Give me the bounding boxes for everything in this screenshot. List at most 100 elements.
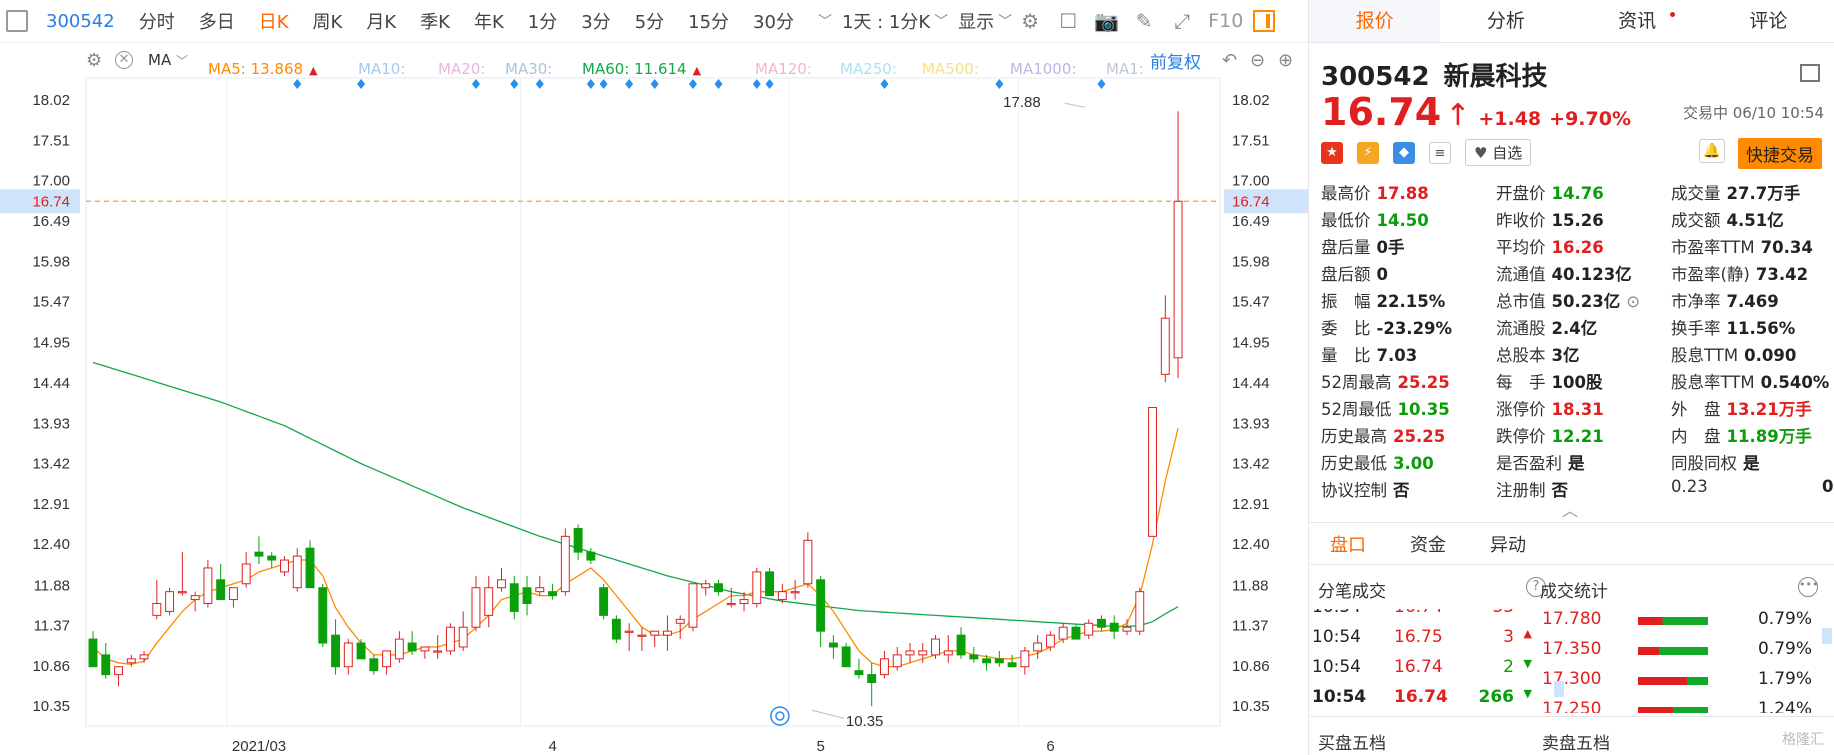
lightning-icon[interactable]: ⚡ [1357, 141, 1379, 164]
stat-item: 昨收价 15.26 [1496, 207, 1604, 231]
stock-code[interactable]: 300542 [46, 11, 115, 32]
close-icon[interactable]: ✕ [115, 51, 133, 69]
zoom-out-icon[interactable]: ⊖ [1250, 50, 1265, 71]
period-tab[interactable]: 多日 [199, 8, 235, 34]
china-flag-icon[interactable]: ★ [1321, 141, 1343, 164]
more-options-icon[interactable]: ⊙ [1626, 292, 1640, 311]
collapse-panel-icon[interactable] [1800, 64, 1820, 82]
candle-body [126, 658, 136, 664]
trades-list[interactable]: 10:5416.7433▲10:5416.753▲10:5416.742▼10:… [1312, 609, 1532, 713]
news-marker-icon [650, 79, 659, 89]
chevron-down-icon[interactable]: ﹀ [934, 11, 948, 31]
period-tab[interactable]: 年K [474, 8, 504, 34]
indicator-select[interactable]: MA ﹀ [148, 51, 188, 69]
period-tab[interactable]: 月K [366, 8, 396, 34]
pen-icon[interactable]: ✎ [1132, 9, 1156, 33]
news-marker-icon [995, 79, 1004, 89]
down-triangle-icon: ▼ [1523, 687, 1532, 700]
settings-icon[interactable]: ⚙ [1018, 9, 1042, 33]
candle-body [701, 583, 711, 589]
tab-quote[interactable]: 评论 [1703, 0, 1834, 42]
buy-five-label[interactable]: 买盘五档 [1318, 729, 1386, 754]
candle-body [1173, 200, 1183, 359]
stat-label: 委 比 [1321, 319, 1371, 338]
undo-icon[interactable]: ↶ [1222, 50, 1237, 71]
f10-button[interactable]: F10 [1208, 10, 1243, 32]
candle-body [790, 591, 800, 594]
stat-label: 成交量 [1671, 184, 1721, 203]
candle-body [956, 634, 966, 656]
zoom-in-icon[interactable]: ⊕ [1278, 50, 1293, 71]
orderbook-tab[interactable]: 盘口 [1330, 531, 1366, 557]
tab-quote[interactable]: 报价 [1309, 0, 1441, 42]
stat-label: 盘后额 [1321, 265, 1371, 284]
candle-body [624, 630, 634, 633]
candle-body [139, 654, 149, 660]
fullscreen-icon[interactable]: ⤢ [1170, 9, 1194, 33]
period-tab[interactable]: 日K [259, 8, 289, 34]
quote-tabs: 报价 分析 资讯 评论 [1309, 0, 1834, 43]
more-icon[interactable]: ••• [1798, 577, 1818, 597]
candle-body [1097, 618, 1106, 628]
period-tab[interactable]: 3分 [581, 8, 610, 34]
trade-stats-list[interactable]: 17.780 0.79% 17.350 0.79% 17.300 1.79% 17.250 1… [1542, 609, 1812, 713]
stat-value: 16.26 [1551, 238, 1604, 257]
panel-toggle-icon[interactable] [1253, 10, 1276, 32]
stat-item: 股息率TTM 0.540% [1671, 369, 1829, 393]
layout-icon[interactable]: ☐ [1056, 9, 1080, 33]
stat-value: 11.89万手 [1726, 427, 1812, 446]
period-tab[interactable]: 15分 [688, 8, 729, 34]
last-price: 16.74 [1321, 90, 1442, 134]
candle-body [599, 587, 609, 616]
stat-value: 25.25 [1393, 427, 1446, 446]
chevron-down-icon[interactable]: ﹀ [998, 11, 1012, 31]
adjust-select[interactable]: 前复权 [1150, 48, 1201, 73]
stat-label: 52周最低 [1321, 400, 1392, 419]
sell-five-label[interactable]: 卖盘五档 [1542, 729, 1610, 754]
stat-value: 10.35 [1397, 400, 1450, 419]
stat-item: 52周最低 10.35 [1321, 396, 1450, 420]
tag-icon[interactable]: ◆ [1393, 141, 1415, 164]
candle-body [228, 587, 238, 601]
stat-item: 52周最高 25.25 [1321, 369, 1450, 393]
bell-icon[interactable]: 🔔 [1699, 139, 1725, 163]
trade-stat-row: 17.300 1.79% [1542, 669, 1812, 699]
collapse-caret-icon[interactable]: ︿ [1562, 497, 1578, 521]
tab-quote[interactable]: 资讯 [1572, 0, 1703, 42]
display-menu[interactable]: 显示 [958, 8, 994, 34]
period-tab[interactable]: 5分 [635, 8, 664, 34]
trade-volume: 266 [1478, 687, 1515, 707]
note-icon[interactable]: ≡ [1429, 141, 1451, 164]
y-tick-label-left: 13.42 [32, 456, 70, 473]
tab-quote[interactable]: 分析 [1440, 0, 1571, 42]
timeframe-select[interactable]: 1天 : 1分K [842, 8, 930, 34]
candle-body [675, 618, 685, 624]
candlestick-chart[interactable]: 2021/03 4 5 6 18.02 18.02 17.51 17.51 17.00 17.00… [0, 74, 1308, 755]
period-tab[interactable]: 1分 [528, 8, 557, 34]
watchlist-button[interactable]: ♥ 自选 [1465, 139, 1532, 166]
stat-item: 0.23 0.24 [1671, 477, 1834, 496]
period-tab[interactable]: 季K [420, 8, 450, 34]
stat-value: 0手 [1376, 238, 1405, 257]
candle-body [892, 654, 902, 668]
sidebar-toggle-icon[interactable] [6, 10, 28, 32]
period-tab[interactable]: 30分 [753, 8, 794, 34]
y-tick-label-left: 12.91 [32, 496, 70, 513]
chevron-down-icon[interactable]: ﹀ [818, 11, 832, 31]
orderbook-tab[interactable]: 异动 [1490, 531, 1526, 557]
scrollbar-thumb[interactable] [1554, 681, 1564, 697]
candle-body [420, 646, 430, 652]
orderbook-tab[interactable]: 资金 [1410, 531, 1446, 557]
current-price-label: 16.74 [1232, 193, 1270, 210]
gear-icon[interactable]: ⚙ [86, 50, 102, 71]
quick-trade-button[interactable]: 快捷交易 [1738, 138, 1822, 169]
camera-icon[interactable]: 📷 [1094, 9, 1119, 33]
stat-value: 3亿 [1551, 346, 1580, 365]
stat-item: 盘后量 0手 [1321, 234, 1404, 258]
period-tab[interactable]: 分时 [139, 8, 175, 34]
candle-body [88, 638, 98, 668]
scrollbar-thumb[interactable] [1822, 628, 1832, 644]
period-tab[interactable]: 周K [313, 8, 343, 34]
stat-label: 昨收价 [1496, 211, 1546, 230]
low-pointer [811, 709, 844, 719]
